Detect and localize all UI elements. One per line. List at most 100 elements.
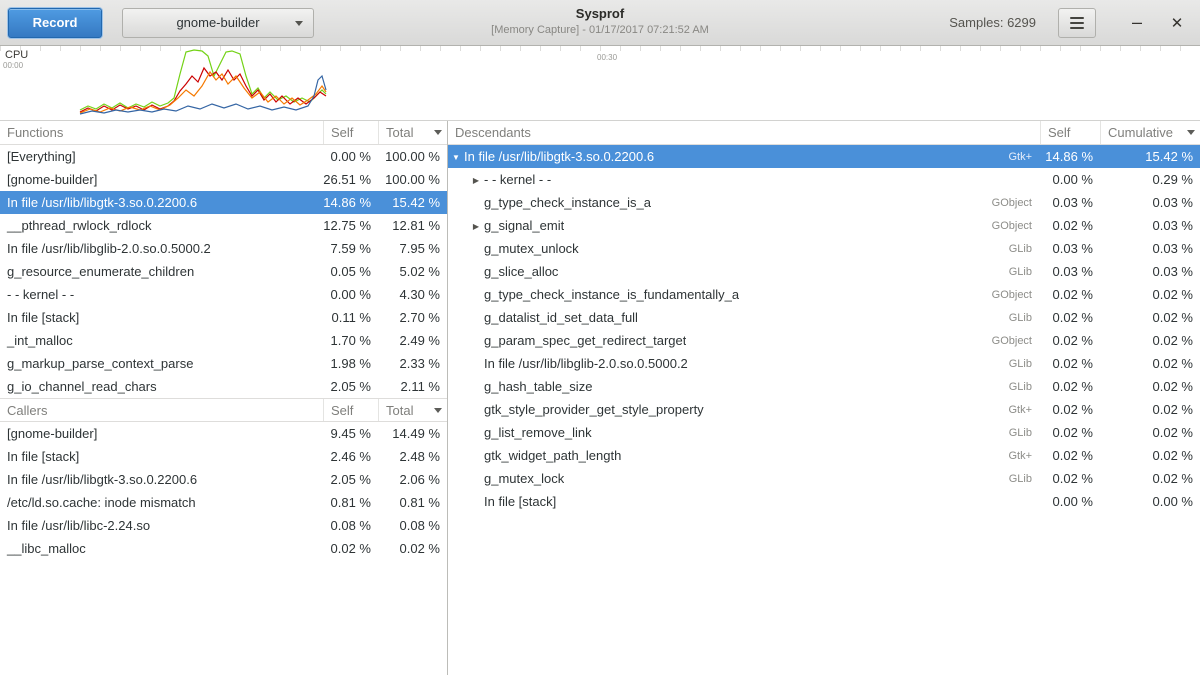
table-row[interactable]: g_type_check_instance_is_aGObject0.03 %0… (448, 191, 1200, 214)
function-name: g_markup_parse_context_parse (0, 356, 323, 371)
table-row[interactable]: ▶g_signal_emitGObject0.02 %0.03 % (448, 214, 1200, 237)
table-row[interactable]: In file [stack]0.11 %2.70 % (0, 306, 447, 329)
table-row[interactable]: g_hash_table_sizeGLib0.02 %0.02 % (448, 375, 1200, 398)
function-name: g_io_channel_read_chars (0, 379, 323, 394)
table-row[interactable]: [gnome-builder]9.45 %14.49 % (0, 422, 447, 445)
library-label: GObject (992, 289, 1040, 301)
close-button[interactable]: ✕ (1164, 10, 1190, 36)
table-row[interactable]: gtk_style_provider_get_style_propertyGtk… (448, 398, 1200, 421)
samples-count: Samples: 6299 (949, 15, 1036, 30)
total-column-label: Total (386, 125, 413, 140)
function-name: g_type_check_instance_is_fundamentally_a (484, 287, 739, 302)
expander-spacer (468, 294, 484, 295)
record-button[interactable]: Record (8, 8, 102, 38)
table-row[interactable]: g_datalist_id_set_data_fullGLib0.02 %0.0… (448, 306, 1200, 329)
function-name: [Everything] (0, 149, 323, 164)
expander-spacer (468, 386, 484, 387)
table-row[interactable]: In file /usr/lib/libglib-2.0.so.0.5000.2… (448, 352, 1200, 375)
table-row[interactable]: g_mutex_lockGLib0.02 %0.02 % (448, 467, 1200, 490)
table-row[interactable]: g_slice_allocGLib0.03 %0.03 % (448, 260, 1200, 283)
time-tick-mid: 00:30 (597, 53, 617, 62)
table-row[interactable]: g_list_remove_linkGLib0.02 %0.02 % (448, 421, 1200, 444)
cumulative-percent: 0.02 % (1100, 425, 1200, 440)
cumulative-percent: 0.02 % (1100, 448, 1200, 463)
table-row[interactable]: - - kernel - -0.00 %4.30 % (0, 283, 447, 306)
self-percent: 0.05 % (323, 264, 378, 279)
table-row[interactable]: ▼In file /usr/lib/libgtk-3.so.0.2200.6Gt… (448, 145, 1200, 168)
table-row[interactable]: gtk_widget_path_lengthGtk+0.02 %0.02 % (448, 444, 1200, 467)
cumulative-percent: 0.03 % (1100, 195, 1200, 210)
functions-table-header: Functions Self Total (0, 121, 447, 145)
total-percent: 5.02 % (378, 264, 447, 279)
table-row[interactable]: g_markup_parse_context_parse1.98 %2.33 % (0, 352, 447, 375)
function-name: In file /usr/lib/libgtk-3.so.0.2200.6 (464, 149, 654, 164)
expander-open-icon[interactable]: ▼ (448, 152, 464, 162)
chevron-down-icon (295, 21, 303, 26)
table-row[interactable]: In file /usr/lib/libc-2.24.so0.08 %0.08 … (0, 514, 447, 537)
sort-descending-icon (1187, 130, 1195, 135)
function-name: g_param_spec_get_redirect_target (484, 333, 686, 348)
process-selector-dropdown[interactable]: gnome-builder (122, 8, 314, 38)
table-row[interactable]: g_type_check_instance_is_fundamentally_a… (448, 283, 1200, 306)
expander-closed-icon[interactable]: ▶ (468, 175, 484, 185)
self-percent: 0.02 % (1040, 402, 1100, 417)
total-column-header[interactable]: Total (378, 399, 447, 421)
table-row[interactable]: In file [stack]0.00 %0.00 % (448, 490, 1200, 513)
function-name: In file [stack] (0, 310, 323, 325)
total-percent: 0.08 % (378, 518, 447, 533)
table-row[interactable]: In file /usr/lib/libgtk-3.so.0.2200.62.0… (0, 468, 447, 491)
cumulative-percent: 0.02 % (1100, 356, 1200, 371)
descendants-column-header[interactable]: Descendants (448, 121, 1040, 144)
self-column-header[interactable]: Self (323, 121, 378, 144)
headerbar: Record gnome-builder Sysprof [Memory Cap… (0, 0, 1200, 46)
table-row[interactable]: In file [stack]2.46 %2.48 % (0, 445, 447, 468)
cumulative-percent: 0.03 % (1100, 241, 1200, 256)
self-percent: 0.02 % (323, 541, 378, 556)
table-row[interactable]: g_resource_enumerate_children0.05 %5.02 … (0, 260, 447, 283)
table-row[interactable]: g_mutex_unlockGLib0.03 %0.03 % (448, 237, 1200, 260)
function-name: [gnome-builder] (0, 172, 323, 187)
hamburger-menu-button[interactable] (1058, 8, 1096, 38)
function-name: __pthread_rwlock_rdlock (0, 218, 323, 233)
hamburger-icon (1070, 17, 1084, 19)
table-row[interactable]: g_io_channel_read_chars2.05 %2.11 % (0, 375, 447, 398)
functions-column-header[interactable]: Functions (0, 121, 323, 144)
total-column-header[interactable]: Total (378, 121, 447, 144)
table-row[interactable]: g_param_spec_get_redirect_targetGObject0… (448, 329, 1200, 352)
minimize-button[interactable]: – (1124, 10, 1150, 36)
self-percent: 0.00 % (1040, 172, 1100, 187)
total-percent: 100.00 % (378, 172, 447, 187)
table-row[interactable]: __libc_malloc0.02 %0.02 % (0, 537, 447, 560)
library-label: GLib (1009, 243, 1040, 255)
cpu-blue (80, 76, 326, 114)
expander-spacer (468, 271, 484, 272)
table-row[interactable]: In file /usr/lib/libglib-2.0.so.0.5000.2… (0, 237, 447, 260)
table-row[interactable]: In file /usr/lib/libgtk-3.so.0.2200.614.… (0, 191, 447, 214)
table-row[interactable]: ▶- - kernel - -0.00 %0.29 % (448, 168, 1200, 191)
table-row[interactable]: [Everything]0.00 %100.00 % (0, 145, 447, 168)
function-name: /etc/ld.so.cache: inode mismatch (0, 495, 323, 510)
table-row[interactable]: /etc/ld.so.cache: inode mismatch0.81 %0.… (0, 491, 447, 514)
expander-closed-icon[interactable]: ▶ (468, 221, 484, 231)
function-name: In file /usr/lib/libgtk-3.so.0.2200.6 (0, 472, 323, 487)
self-column-header[interactable]: Self (323, 399, 378, 421)
cpu-usage-graph[interactable]: CPU 00:00 00:30 (0, 46, 1200, 121)
function-name: In file /usr/lib/libglib-2.0.so.0.5000.2 (484, 356, 688, 371)
expander-spacer (468, 317, 484, 318)
table-row[interactable]: _int_malloc1.70 %2.49 % (0, 329, 447, 352)
table-row[interactable]: [gnome-builder]26.51 %100.00 % (0, 168, 447, 191)
function-name: g_datalist_id_set_data_full (484, 310, 638, 325)
library-label: GLib (1009, 312, 1040, 324)
cumulative-column-header[interactable]: Cumulative (1100, 121, 1200, 144)
cumulative-column-label: Cumulative (1108, 125, 1173, 140)
table-row[interactable]: __pthread_rwlock_rdlock12.75 %12.81 % (0, 214, 447, 237)
function-name: g_list_remove_link (484, 425, 592, 440)
self-column-header[interactable]: Self (1040, 121, 1100, 144)
self-percent: 0.02 % (1040, 379, 1100, 394)
self-percent: 0.03 % (1040, 195, 1100, 210)
self-percent: 0.02 % (1040, 425, 1100, 440)
time-tick-start: 00:00 (3, 61, 23, 70)
cumulative-percent: 0.02 % (1100, 379, 1200, 394)
callers-column-header[interactable]: Callers (0, 399, 323, 421)
sort-descending-icon (434, 130, 442, 135)
